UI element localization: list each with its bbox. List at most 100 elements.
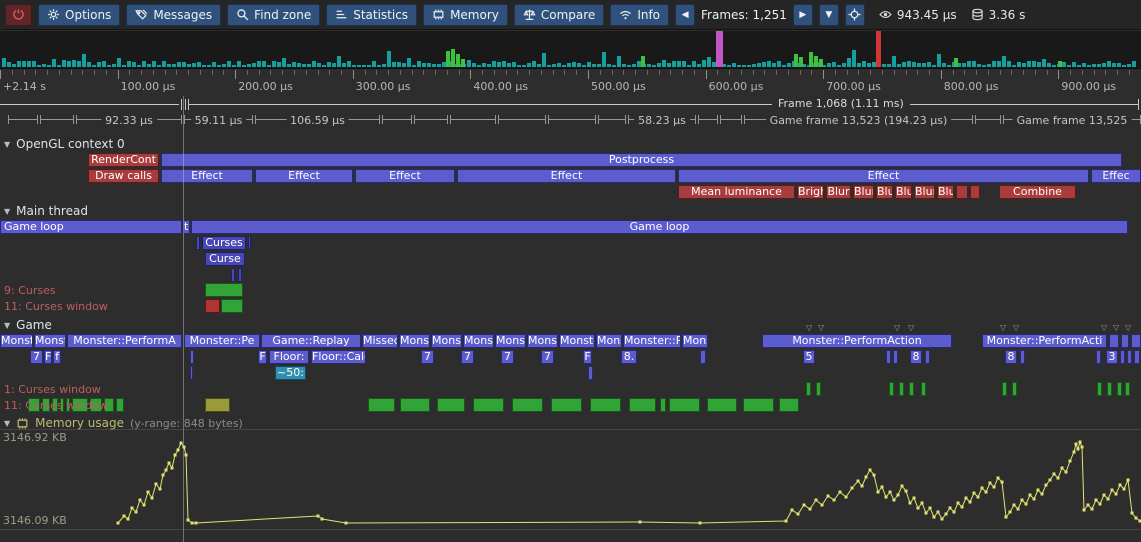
zone-8[interactable]: 8. — [621, 350, 637, 364]
zone[interactable] — [473, 398, 504, 412]
zone[interactable] — [660, 398, 666, 412]
zone[interactable] — [551, 398, 582, 412]
zone-blur[interactable]: Blur — [937, 185, 954, 199]
zone[interactable] — [512, 398, 543, 412]
zone-effect[interactable]: Effect — [161, 169, 253, 183]
zone-mons[interactable]: Mons — [682, 334, 708, 348]
statistics-button[interactable]: Statistics — [326, 4, 417, 26]
zone[interactable] — [743, 398, 774, 412]
zone-mons[interactable]: Mons — [596, 334, 622, 348]
zone[interactable] — [588, 366, 593, 380]
frame-menu-button[interactable]: ▼ — [819, 4, 839, 26]
find-zone-button[interactable]: Find zone — [227, 4, 320, 26]
zone[interactable] — [205, 398, 230, 412]
zone-f[interactable]: F — [258, 350, 267, 364]
zone-effec[interactable]: Effec — [1091, 169, 1141, 183]
zone[interactable] — [921, 382, 926, 396]
zone[interactable] — [1120, 350, 1125, 364]
zone-monst[interactable]: Monst — [463, 334, 494, 348]
zone[interactable] — [886, 350, 891, 364]
memory-section-header[interactable]: ▼ Memory usage (y-range: 848 bytes) — [4, 416, 243, 430]
zone[interactable] — [1127, 350, 1132, 364]
zone[interactable] — [1002, 382, 1007, 396]
zone-monster-performacti[interactable]: Monster::PerformActi — [982, 334, 1107, 348]
zone-curses[interactable]: Curses — [202, 236, 246, 250]
zone[interactable] — [400, 398, 430, 412]
zone[interactable] — [700, 350, 706, 364]
zone[interactable] — [1125, 382, 1130, 396]
next-frame-button[interactable]: ▶ — [793, 4, 813, 26]
zone[interactable] — [1131, 334, 1141, 348]
zone-blur[interactable]: Blur — [853, 185, 874, 199]
thread-label[interactable]: 11: Curses window — [4, 300, 108, 313]
zone-brigh[interactable]: Brigh — [797, 185, 824, 199]
zone-8[interactable]: 8 — [1005, 350, 1017, 364]
prev-frame-button[interactable]: ◀ — [675, 4, 695, 26]
zone-effect[interactable]: Effect — [255, 169, 353, 183]
zone-monst[interactable]: Monst — [495, 334, 526, 348]
zone[interactable] — [590, 398, 621, 412]
thread-label[interactable]: 11: Curses window — [4, 399, 108, 412]
memory-button[interactable]: Memory — [423, 4, 508, 26]
zone-7[interactable]: 7 — [541, 350, 554, 364]
zone-missed[interactable]: Missed — [362, 334, 398, 348]
zone[interactable] — [1097, 382, 1102, 396]
zone-game-loop[interactable]: Game loop — [191, 220, 1128, 234]
memory-plot[interactable] — [0, 430, 1141, 530]
section-header-main-thread[interactable]: ▼Main thread — [4, 204, 88, 218]
zone-monst[interactable]: Monst — [527, 334, 558, 348]
zone-draw-calls[interactable]: Draw calls — [88, 169, 159, 183]
zone-rendercont[interactable]: RenderCont — [88, 153, 159, 167]
zone-effect[interactable]: Effect — [457, 169, 676, 183]
zone[interactable] — [368, 398, 395, 412]
zone-8[interactable]: 8 — [910, 350, 922, 364]
collapse-triangle-icon[interactable]: ▼ — [4, 207, 10, 216]
zone-f[interactable]: F — [583, 350, 592, 364]
thread-label[interactable]: 1: Curses window — [4, 383, 101, 396]
zone[interactable] — [238, 268, 242, 282]
zone[interactable] — [1096, 350, 1101, 364]
power-button[interactable] — [5, 4, 32, 26]
zone-blur[interactable]: Blur — [826, 185, 851, 199]
info-button[interactable]: Info — [610, 4, 669, 26]
options-button[interactable]: Options — [38, 4, 120, 26]
zone[interactable] — [669, 398, 700, 412]
zone-monster-pe[interactable]: Monster::Pe — [623, 334, 681, 348]
zone[interactable] — [190, 366, 193, 380]
zone[interactable] — [231, 268, 235, 282]
zone-effect[interactable]: Effect — [355, 169, 455, 183]
zone[interactable] — [970, 185, 980, 199]
zone-7[interactable]: 7 — [421, 350, 434, 364]
zone[interactable] — [779, 398, 799, 412]
zone[interactable] — [889, 382, 894, 396]
zone[interactable] — [1107, 382, 1112, 396]
zone-monster-pe[interactable]: Monster::Pe — [184, 334, 260, 348]
zone[interactable] — [629, 398, 656, 412]
zone-postprocess[interactable]: Postprocess — [161, 153, 1122, 167]
zone-monst[interactable]: Monst — [399, 334, 430, 348]
zone[interactable] — [1012, 382, 1017, 396]
zone-mean-luminance[interactable]: Mean luminance — [678, 185, 795, 199]
zone[interactable] — [806, 382, 811, 396]
zone-effect[interactable]: Effect — [678, 169, 1089, 183]
zone-monster-performaction[interactable]: Monster::PerformAction — [762, 334, 952, 348]
zone[interactable] — [437, 398, 465, 412]
zone-blur[interactable]: Blur — [895, 185, 912, 199]
goto-frame-button[interactable] — [845, 4, 865, 26]
zone-monst[interactable]: Monst — [431, 334, 462, 348]
zone[interactable] — [1117, 382, 1122, 396]
zone-curse[interactable]: Curse — [205, 252, 245, 266]
zone[interactable] — [221, 299, 243, 313]
collapse-triangle-icon[interactable]: ▼ — [4, 140, 10, 149]
zone[interactable] — [1134, 350, 1140, 364]
zone-combine[interactable]: Combine — [999, 185, 1076, 199]
zone-game-loop[interactable]: Game loop — [0, 220, 182, 234]
zone[interactable] — [1121, 334, 1129, 348]
zone[interactable] — [893, 350, 898, 364]
zone-blur[interactable]: Blur — [876, 185, 893, 199]
zone[interactable] — [116, 398, 124, 412]
zone[interactable] — [925, 350, 930, 364]
zone[interactable] — [205, 283, 243, 297]
thread-label[interactable]: 9: Curses — [4, 284, 56, 297]
zone-7[interactable]: 7 — [30, 350, 43, 364]
